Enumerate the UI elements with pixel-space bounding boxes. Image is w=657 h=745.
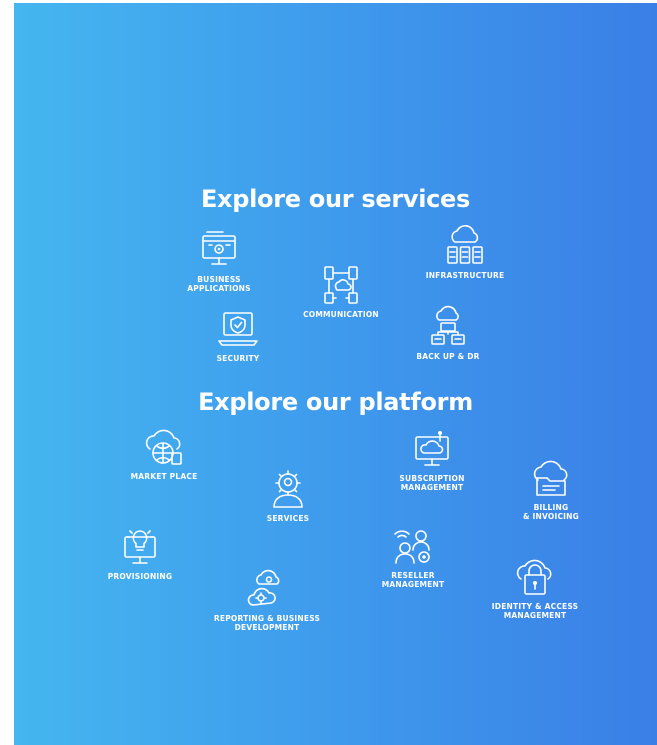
platform-label: PROVISIONING (107, 572, 173, 581)
platform-label: RESELLER MANAGEMENT (381, 571, 445, 589)
platform-provisioning: PROVISIONING (70, 525, 210, 581)
cloud-folder-icon (533, 460, 568, 496)
service-label: INFRASTRUCTURE (425, 271, 505, 280)
laptop-shield-icon (218, 312, 258, 346)
lightbulb-monitor-icon (124, 530, 156, 564)
platform-reseller-management: RESELLER MANAGEMENT (343, 524, 483, 589)
cloud-lock-icon (516, 559, 552, 595)
service-label: BACK UP & DR (416, 352, 480, 361)
backup-database-icon (431, 305, 465, 345)
services-platform-banner: Explore our services BUSINESS APPLICATIO… (14, 3, 657, 745)
platform-heading: Explore our platform (198, 388, 473, 416)
service-label: SECURITY (216, 354, 260, 363)
platform-reporting-business-development: REPORTING & BUSINESS DEVELOPMENT (197, 567, 337, 632)
reseller-users-icon (394, 530, 430, 564)
service-backup-dr: BACK UP & DR (378, 305, 518, 361)
platform-identity-access-management: IDENTITY & ACCESS MANAGEMENT (465, 555, 605, 620)
service-security: SECURITY (168, 307, 308, 363)
platform-market-place: MARKET PLACE (94, 425, 234, 481)
platform-label: REPORTING & BUSINESS DEVELOPMENT (213, 614, 321, 632)
platform-label: IDENTITY & ACCESS MANAGEMENT (491, 602, 579, 620)
cloud-server-icon (447, 225, 483, 264)
platform-label: BILLING & INVOICING (523, 503, 579, 521)
network-communication-icon (324, 266, 358, 304)
cloud-monitor-icon (415, 431, 449, 466)
service-infrastructure: INFRASTRUCTURE (395, 224, 535, 280)
platform-label: SERVICES (266, 514, 310, 523)
business-applications-icon (202, 231, 236, 265)
cloud-gears-icon (247, 569, 280, 606)
service-label: BUSINESS APPLICATIONS (187, 275, 251, 293)
platform-services: SERVICES (218, 467, 358, 523)
services-heading: Explore our services (200, 185, 471, 213)
platform-billing-invoicing: BILLING & INVOICING (481, 456, 621, 521)
cloud-globe-icon (145, 429, 182, 465)
gear-user-icon (273, 470, 303, 508)
platform-label: MARKET PLACE (130, 472, 198, 481)
service-business-applications: BUSINESS APPLICATIONS (149, 228, 289, 293)
